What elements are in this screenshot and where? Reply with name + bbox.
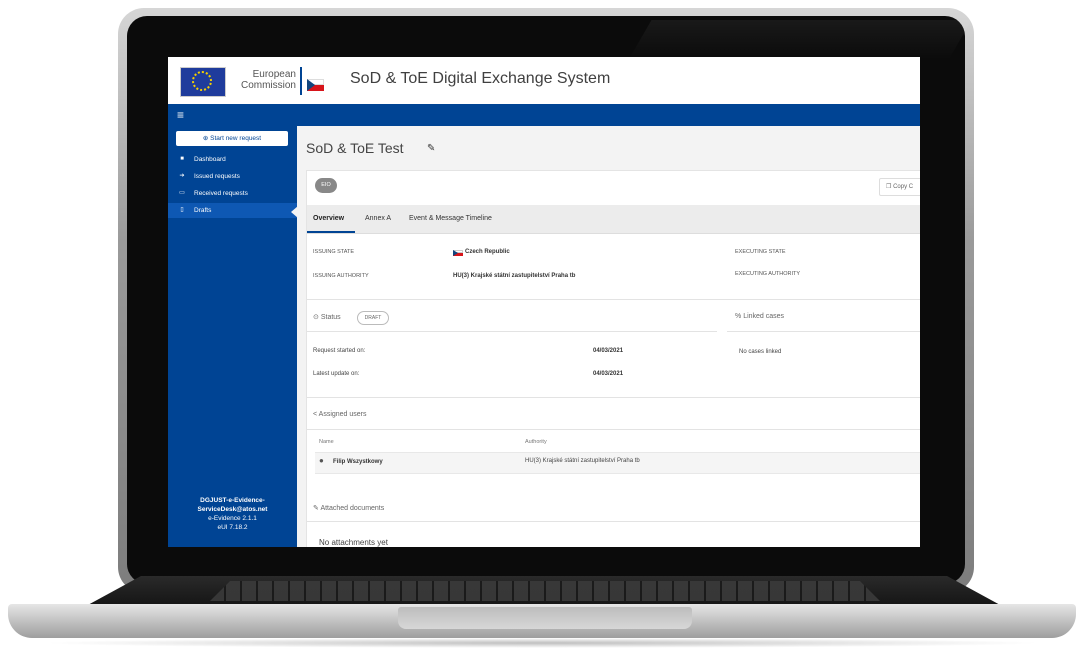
issuing-authority-value: HU(3) Krajské státní zastupitelství Prah… bbox=[453, 273, 576, 279]
sidebar: ⊕ Start new request ■ Dashboard ➔ Issued… bbox=[168, 126, 298, 547]
inbox-icon: ▭ bbox=[179, 190, 185, 196]
status-badge: DRAFT bbox=[357, 311, 389, 325]
dashboard-icon: ■ bbox=[180, 156, 184, 162]
add-circle-icon: ⊕ bbox=[202, 135, 209, 142]
ec-logo-line1: European bbox=[252, 69, 296, 80]
request-started-value: 04/03/2021 bbox=[593, 348, 624, 354]
app-title: SoD & ToE Digital Exchange System bbox=[350, 70, 611, 87]
laptop-keyboard bbox=[210, 581, 880, 601]
assigned-users-title: Assigned users bbox=[318, 411, 367, 418]
column-header-authority: Authority bbox=[525, 439, 547, 445]
clock-icon: ⊙ bbox=[313, 314, 319, 321]
sidebar-item-issued-requests[interactable]: ➔ Issued requests bbox=[168, 169, 297, 184]
divider bbox=[307, 397, 920, 398]
support-email-line1[interactable]: DGJUST-e-Evidence- bbox=[168, 496, 297, 505]
main-content: SoD & ToE Test ✎ EIO ❐ Copy C Overview A… bbox=[297, 126, 920, 547]
user-authority: HU(3) Krajské státní zastupitelství Prah… bbox=[525, 458, 640, 464]
linked-cases-section-title: % Linked cases bbox=[735, 313, 784, 320]
attachments-empty: No attachments yet bbox=[319, 538, 388, 547]
copy-button[interactable]: ❐ Copy C bbox=[879, 178, 920, 196]
share-icon: < bbox=[313, 411, 318, 418]
hamburger-menu-icon[interactable]: ≡ bbox=[177, 108, 184, 122]
sidebar-footer: DGJUST-e-Evidence- ServiceDesk@atos.net … bbox=[168, 496, 297, 532]
copy-icon: ❐ bbox=[886, 184, 892, 190]
status-title: Status bbox=[320, 314, 341, 321]
issuing-authority-label: ISSUING AUTHORITY bbox=[313, 273, 369, 279]
arrow-right-icon: ➔ bbox=[179, 173, 185, 179]
sidebar-item-label: Dashboard bbox=[194, 156, 226, 163]
paperclip-icon: ✎ bbox=[313, 505, 319, 512]
latest-update-value: 04/03/2021 bbox=[593, 371, 624, 377]
page-title: SoD & ToE Test bbox=[306, 140, 404, 156]
laptop-touchpad bbox=[398, 607, 692, 629]
divider bbox=[307, 299, 920, 300]
app-screen: European Commission SoD & ToE Digital Ex… bbox=[168, 57, 920, 547]
sidebar-item-label: Drafts bbox=[194, 207, 212, 214]
sidebar-item-label: Received requests bbox=[194, 190, 248, 197]
tab-event-message-timeline[interactable]: Event & Message Timeline bbox=[409, 205, 492, 233]
column-header-name: Name bbox=[319, 439, 334, 445]
sidebar-item-dashboard[interactable]: ■ Dashboard bbox=[168, 152, 297, 167]
document-icon: ▯ bbox=[180, 207, 184, 213]
eui-version: eUI 7.18.2 bbox=[217, 524, 248, 531]
eu-stars-icon bbox=[192, 71, 212, 91]
latest-update-label: Latest update on: bbox=[313, 371, 360, 377]
divider bbox=[307, 429, 920, 430]
app-header: European Commission SoD & ToE Digital Ex… bbox=[168, 57, 920, 105]
attached-documents-section-title: ✎ Attached documents bbox=[313, 504, 384, 512]
linked-cases-empty: No cases linked bbox=[739, 349, 782, 355]
divider bbox=[307, 521, 920, 522]
sidebar-item-received-requests[interactable]: ▭ Received requests bbox=[168, 186, 297, 201]
executing-authority-label: EXECUTING AUTHORITY bbox=[735, 271, 801, 277]
ec-logo-text: European Commission bbox=[228, 69, 296, 91]
status-section-title: ⊙ Status bbox=[313, 313, 341, 321]
request-card: EIO ❐ Copy C Overview Annex A Event & Me… bbox=[306, 170, 920, 547]
start-new-request-label: Start new request bbox=[210, 135, 262, 142]
screen-glare bbox=[628, 20, 972, 60]
issuing-state-value: Czech Republic bbox=[465, 249, 510, 255]
app-version: e-Evidence 2.1.1 bbox=[208, 515, 257, 522]
sidebar-item-drafts[interactable]: ▯ Drafts bbox=[168, 203, 297, 218]
start-new-request-button[interactable]: ⊕ Start new request bbox=[176, 131, 288, 146]
logo-separator bbox=[300, 67, 302, 95]
issuing-state-label: ISSUING STATE bbox=[313, 249, 355, 255]
user-icon: ● bbox=[319, 456, 324, 465]
tab-overview[interactable]: Overview bbox=[313, 205, 344, 233]
active-tab-underline bbox=[307, 231, 355, 233]
czech-flag-icon bbox=[453, 250, 463, 256]
divider bbox=[727, 331, 920, 332]
top-nav-bar: ≡ bbox=[168, 104, 920, 126]
request-started-label: Request started on: bbox=[313, 348, 366, 354]
eio-badge: EIO bbox=[315, 178, 337, 193]
czech-flag-icon bbox=[307, 79, 324, 91]
copy-button-label: Copy C bbox=[893, 184, 914, 190]
user-name: Filip Wszystkowy bbox=[333, 459, 383, 465]
attached-documents-title: Attached documents bbox=[320, 505, 385, 512]
support-email-line2[interactable]: ServiceDesk@atos.net bbox=[168, 505, 297, 514]
sidebar-item-label: Issued requests bbox=[194, 173, 240, 180]
executing-state-label: EXECUTING STATE bbox=[735, 249, 786, 255]
divider bbox=[307, 331, 717, 332]
link-icon: % bbox=[735, 313, 742, 320]
ec-logo-line2: Commission bbox=[240, 80, 296, 91]
laptop-shadow bbox=[40, 638, 1044, 648]
edit-pencil-icon[interactable]: ✎ bbox=[427, 143, 435, 154]
tab-annex-a[interactable]: Annex A bbox=[365, 205, 391, 233]
tab-bar: Overview Annex A Event & Message Timelin… bbox=[307, 205, 920, 234]
linked-cases-title: Linked cases bbox=[743, 313, 785, 320]
assigned-users-section-title: < Assigned users bbox=[313, 411, 367, 418]
